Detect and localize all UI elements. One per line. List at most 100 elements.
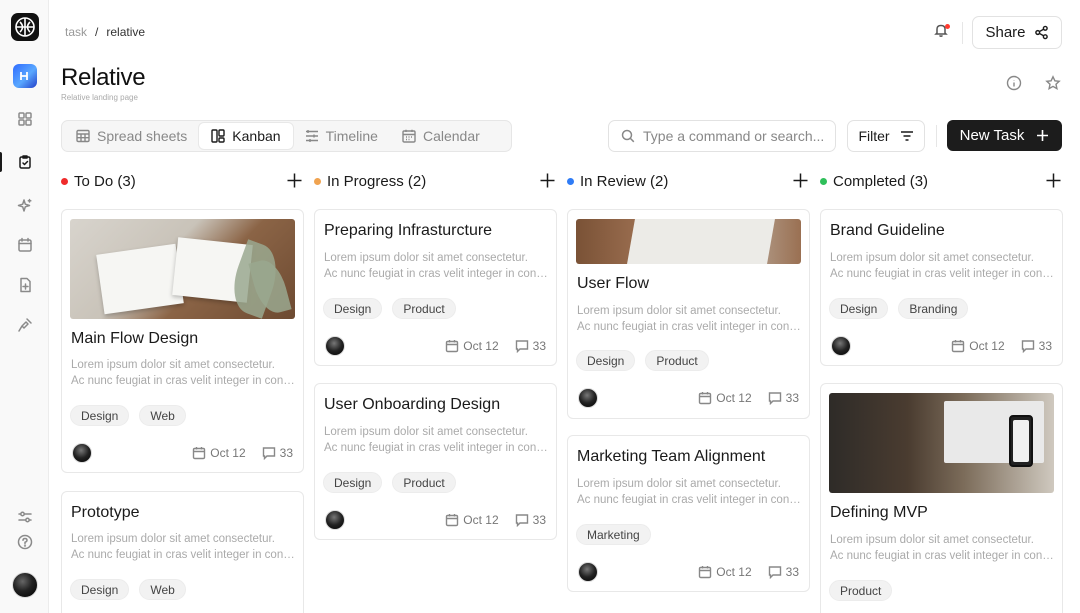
dashboard-icon[interactable] — [16, 110, 34, 128]
settings-sliders-icon[interactable] — [16, 508, 34, 526]
integrations-plug-icon[interactable] — [16, 316, 34, 334]
sidebar — [0, 0, 49, 613]
task-card[interactable]: Defining MVP Lorem ipsum dolor sit amet … — [820, 383, 1063, 613]
info-icon — [1006, 75, 1022, 91]
tab-label: Calendar — [422, 128, 480, 144]
task-card[interactable]: User Onboarding Design Lorem ipsum dolor… — [314, 383, 557, 540]
due-date: Oct 12 — [716, 565, 752, 579]
search-input[interactable] — [643, 128, 823, 144]
divider — [936, 125, 937, 147]
add-card-button[interactable] — [1045, 172, 1063, 190]
calendar-icon — [952, 340, 965, 353]
due-date: Oct 12 — [463, 513, 499, 527]
status-dot — [314, 177, 321, 185]
tag: Design — [576, 350, 636, 371]
card-title: Main Flow Design — [71, 330, 199, 347]
card-meta: Oct 12 33 — [831, 336, 1052, 356]
tab-spread-sheets[interactable]: Spread sheets — [64, 123, 199, 149]
tag: Product — [829, 580, 893, 601]
card-description: Lorem ipsum dolor sit amet consectetur. … — [577, 305, 803, 333]
tab-timeline[interactable]: Timeline — [293, 123, 390, 149]
assignee-avatar — [325, 336, 345, 356]
comment-icon — [515, 514, 528, 527]
card-description: Lorem ipsum dolor sit amet consectetur. … — [577, 478, 803, 506]
card-description: Lorem ipsum dolor sit amet consectetur. … — [324, 426, 550, 454]
card-meta: Oct 12 33 — [578, 562, 799, 582]
add-card-button[interactable] — [539, 172, 557, 190]
card-meta: Oct 12 33 — [578, 388, 799, 408]
column-title: To Do (3) — [74, 172, 136, 190]
tag: Design — [829, 298, 889, 319]
card-description: Lorem ipsum dolor sit amet consectetur. … — [71, 359, 297, 387]
filter-button[interactable]: Filter — [847, 120, 925, 152]
notifications-button[interactable] — [933, 22, 953, 42]
card-meta: Oct 12 33 — [325, 510, 546, 530]
plus-icon — [1046, 173, 1061, 188]
comment-count: 33 — [279, 446, 293, 460]
add-document-icon[interactable] — [16, 276, 34, 294]
favorite-button[interactable] — [1045, 75, 1063, 93]
plus-icon — [540, 173, 555, 188]
tab-calendar[interactable]: Calendar — [390, 123, 492, 149]
card-title: Preparing Infrasturcture — [324, 222, 493, 239]
column-title: In Progress (2) — [327, 172, 427, 190]
task-card[interactable]: Marketing Team Alignment Lorem ipsum dol… — [567, 435, 810, 592]
search-icon — [621, 129, 635, 143]
column-header-todo: To Do (3) — [61, 170, 304, 192]
comment-icon — [515, 340, 528, 353]
card-title: User Onboarding Design — [324, 396, 501, 413]
comment-icon — [1021, 340, 1034, 353]
add-card-button[interactable] — [792, 172, 810, 190]
comment-icon — [768, 392, 781, 405]
workspace-avatar-icon[interactable] — [13, 64, 37, 88]
card-description: Lorem ipsum dolor sit amet consectetur. … — [324, 252, 550, 280]
status-dot — [567, 177, 574, 185]
card-tags: Design Product — [576, 350, 709, 371]
task-card[interactable]: Prototype Lorem ipsum dolor sit amet con… — [61, 491, 304, 613]
breadcrumb-parent[interactable]: task — [65, 25, 87, 39]
card-tags: Marketing — [576, 524, 651, 545]
tab-kanban[interactable]: Kanban — [199, 123, 293, 149]
tasks-clipboard-icon[interactable] — [16, 153, 34, 171]
due-date: Oct 12 — [210, 446, 246, 460]
add-card-button[interactable] — [286, 172, 304, 190]
filter-label: Filter — [858, 128, 890, 144]
app-logo-icon[interactable] — [11, 13, 39, 41]
tab-label: Timeline — [325, 128, 378, 144]
kanban-icon — [211, 129, 225, 143]
due-date: Oct 12 — [716, 391, 752, 405]
timeline-icon — [305, 130, 318, 142]
tag: Design — [323, 472, 383, 493]
tab-label: Spread sheets — [97, 128, 188, 144]
plus-icon — [287, 173, 302, 188]
new-task-button[interactable]: New Task — [947, 120, 1062, 151]
task-card[interactable]: User Flow Lorem ipsum dolor sit amet con… — [567, 209, 810, 419]
help-icon[interactable] — [16, 533, 34, 551]
column-title: In Review (2) — [580, 172, 669, 190]
task-card[interactable]: Brand Guideline Lorem ipsum dolor sit am… — [820, 209, 1063, 366]
card-meta: Oct 12 33 — [325, 336, 546, 356]
calendar-icon[interactable] — [16, 236, 34, 254]
task-card[interactable]: Preparing Infrasturcture Lorem ipsum dol… — [314, 209, 557, 366]
card-tags: Product — [829, 580, 893, 601]
user-avatar[interactable] — [12, 572, 38, 598]
card-description: Lorem ipsum dolor sit amet consectetur. … — [71, 533, 297, 561]
tag: Branding — [898, 298, 969, 319]
card-tags: Design Web — [70, 405, 186, 426]
due-date: Oct 12 — [969, 339, 1005, 353]
star-icon — [1045, 75, 1061, 90]
plus-icon — [1037, 130, 1049, 141]
sparkle-ai-icon[interactable] — [16, 197, 34, 215]
page-subtitle: Relative landing page — [61, 93, 138, 102]
card-tags: Design Web — [70, 579, 186, 600]
calendar-icon — [699, 566, 712, 579]
card-tags: Design Product — [323, 472, 456, 493]
task-card[interactable]: Main Flow Design Lorem ipsum dolor sit a… — [61, 209, 304, 473]
comment-count: 33 — [785, 391, 799, 405]
share-button[interactable]: Share — [972, 16, 1062, 49]
divider — [962, 22, 963, 44]
comment-count: 33 — [532, 339, 546, 353]
status-dot — [820, 177, 827, 185]
info-button[interactable] — [1006, 75, 1024, 93]
column-header-in-progress: In Progress (2) — [314, 170, 557, 192]
